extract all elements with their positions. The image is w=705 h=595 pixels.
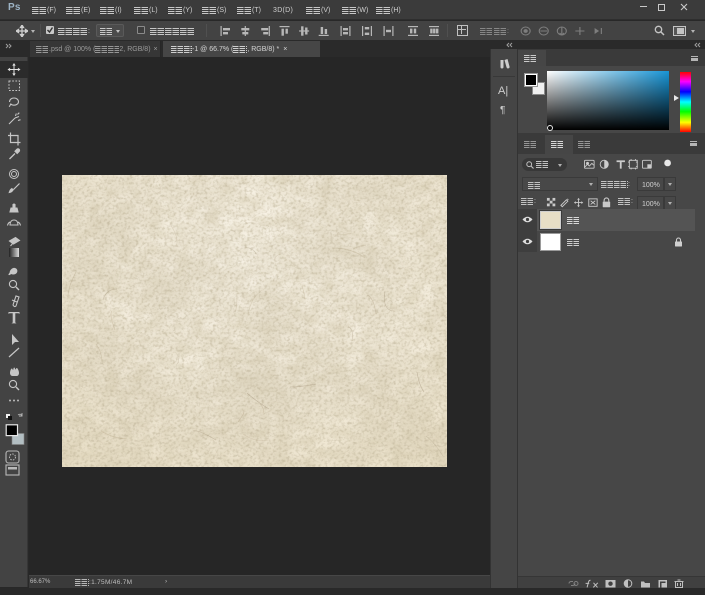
svg-text:A|: A| bbox=[498, 85, 508, 97]
svg-text:¶: ¶ bbox=[500, 105, 505, 116]
